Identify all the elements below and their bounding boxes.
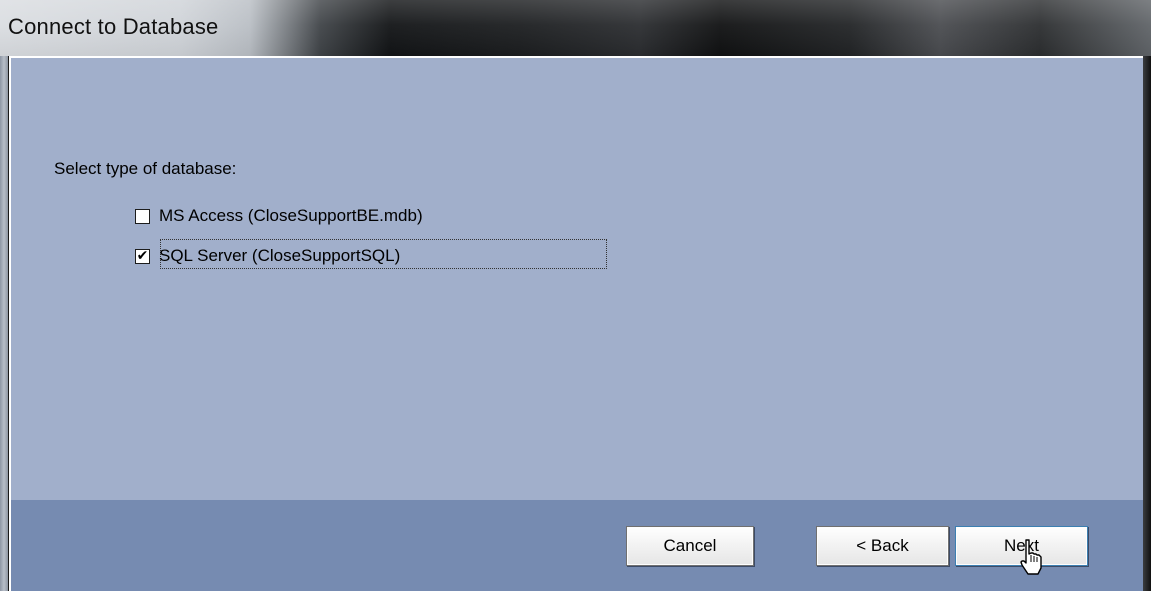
dialog-content-area [9,56,1143,500]
title-bar[interactable]: Connect to Database [0,0,1151,56]
database-type-prompt: Select type of database: [54,159,237,178]
sql-server-checkbox[interactable]: ✔ [135,248,150,264]
ms-access-checkbox[interactable] [135,208,150,224]
window-frame-left [0,56,8,591]
option-ms-access[interactable]: MS Access (CloseSupportBE.mdb) [135,206,423,226]
connect-to-database-window: Connect to Database Select type of datab… [0,0,1151,591]
sql-server-label: SQL Server (CloseSupportSQL) [159,246,401,265]
option-sql-server[interactable]: ✔ SQL Server (CloseSupportSQL) [135,246,400,266]
hand-pointer-cursor-icon [1020,539,1042,575]
back-button[interactable]: < Back [816,526,949,566]
ms-access-label: MS Access (CloseSupportBE.mdb) [159,206,423,225]
checkmark-icon: ✔ [136,248,149,264]
window-frame-right [1143,56,1151,591]
window-title: Connect to Database [8,14,219,39]
cancel-button[interactable]: Cancel [626,526,754,566]
